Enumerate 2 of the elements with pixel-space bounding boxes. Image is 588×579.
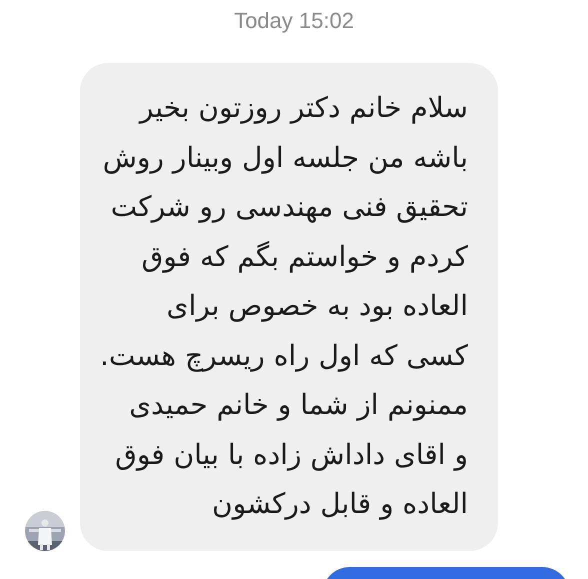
message-text: سلام خانم دکتر روزتون بخیر باشه من جلسه اول وبینار روش تحقیق فنی مهندسی رو شرکت کردم و خواستم بگم که فوق العاده بود به خصوص برای کسی که اول راه ریسرچ هست. ممنونم از شما و خانم حمیدی و اقای داداش زاده با بیان فوق العاده و قابل درکشون [98,90,468,522]
timestamp: Today 15:02 [234,7,354,35]
